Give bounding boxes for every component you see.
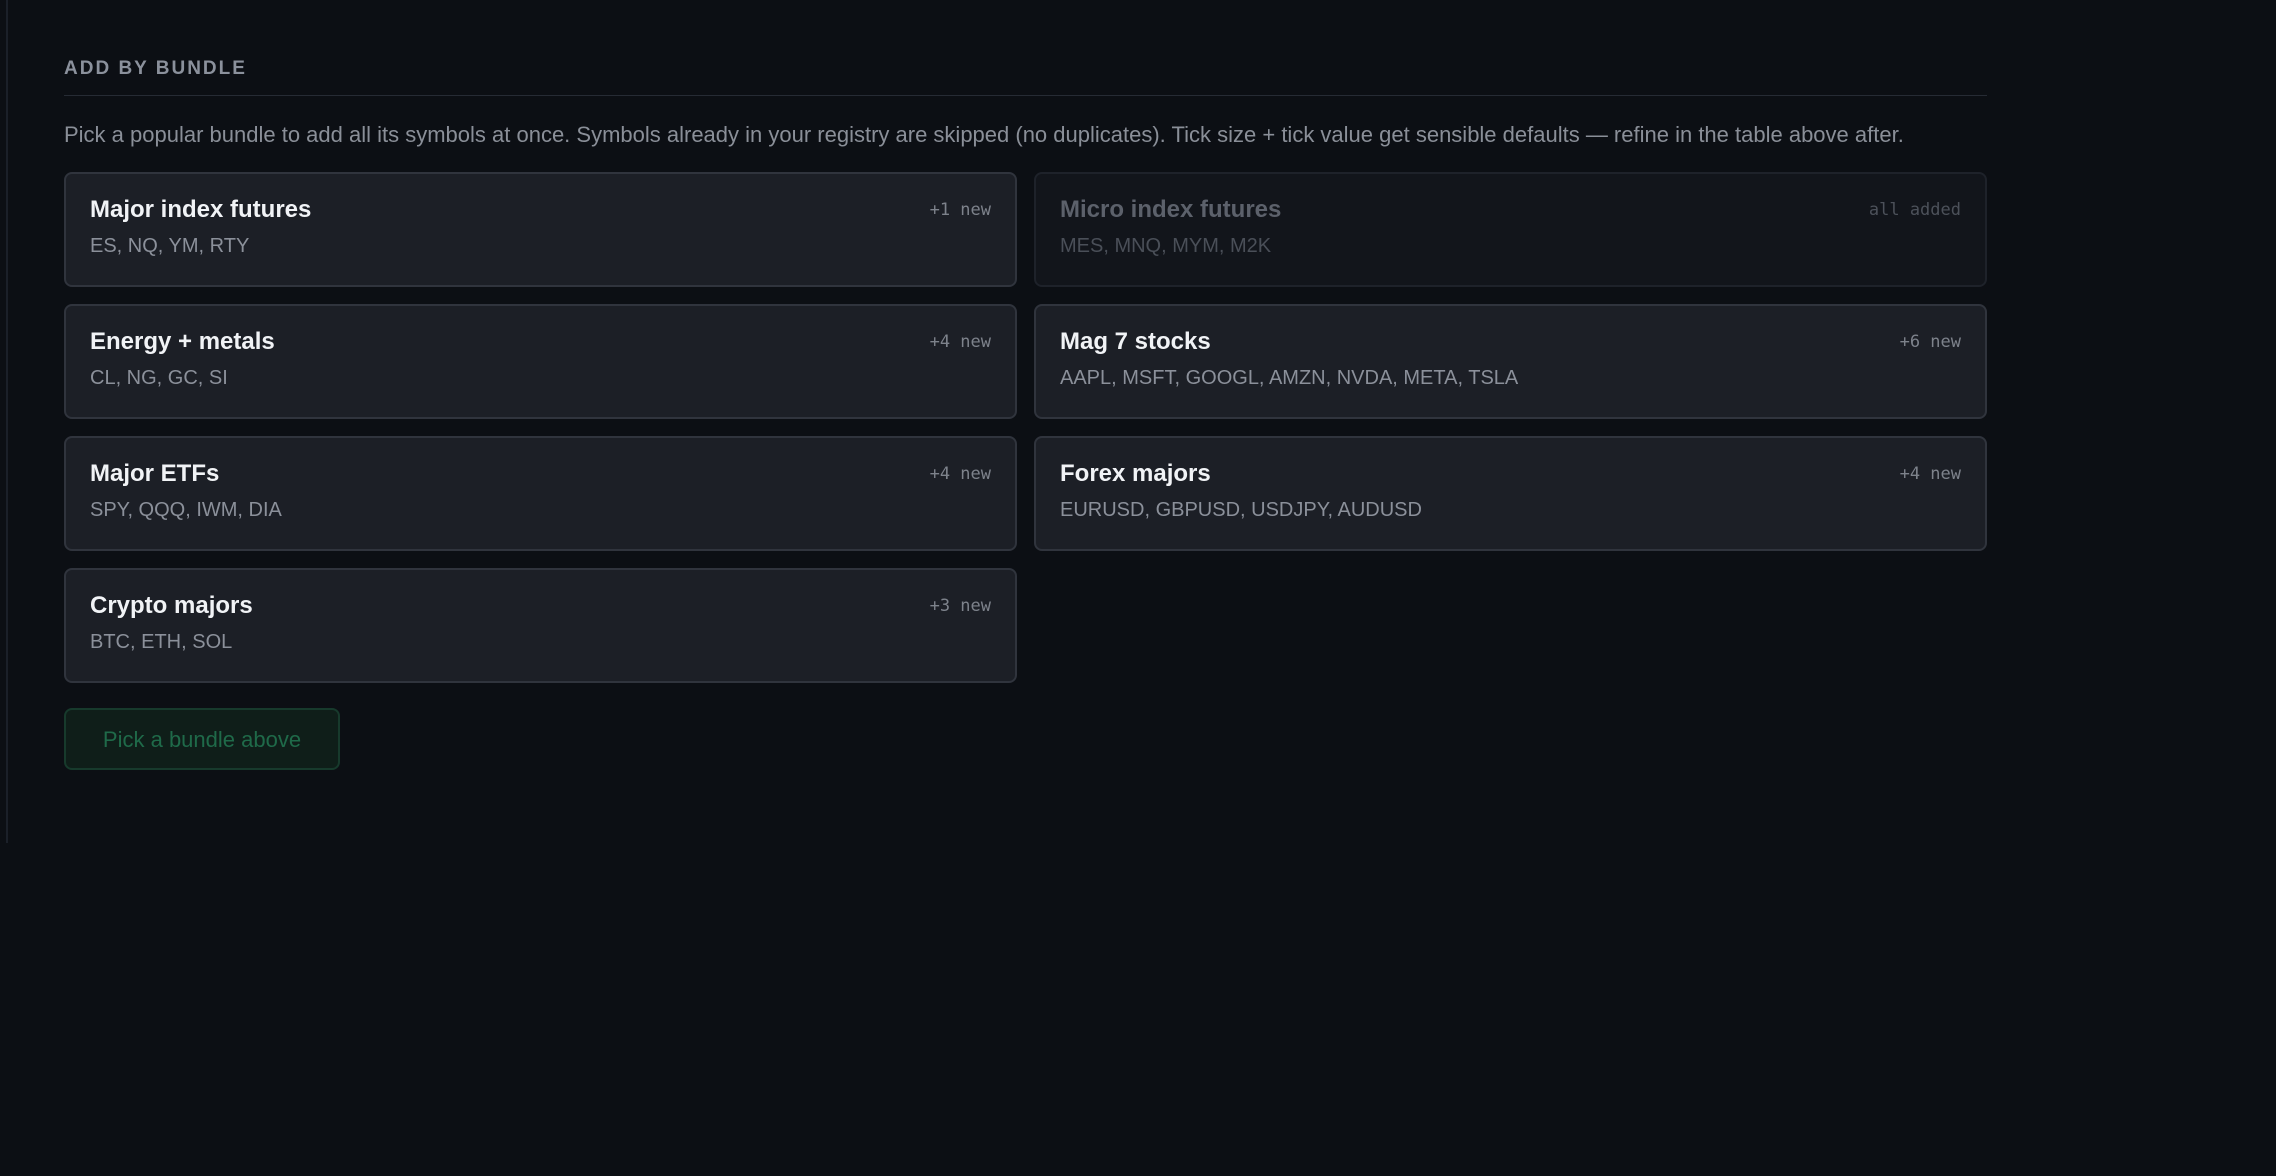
bundle-symbols: AAPL, MSFT, GOOGL, AMZN, NVDA, META, TSL… [1060, 367, 1519, 389]
bundle-title: Micro index futures [1060, 196, 1282, 223]
bundle-new-count-badge: +4 new [929, 332, 991, 352]
section-heading: ADD BY BUNDLE [64, 58, 1987, 96]
bundle-new-count-badge: +3 new [929, 596, 991, 616]
bundle-symbols: SPY, QQQ, IWM, DIA [90, 499, 282, 521]
bundle-new-count-badge: +6 new [1899, 332, 1961, 352]
section-description: Pick a popular bundle to add all its sym… [64, 122, 1904, 147]
bundle-card-energy-metals[interactable]: Energy + metals CL, NG, GC, SI +4 new [64, 304, 1017, 419]
bundle-title: Major ETFs [90, 460, 220, 487]
bundle-title: Forex majors [1060, 460, 1211, 487]
bundle-grid: Major index futures ES, NQ, YM, RTY +1 n… [64, 172, 1987, 683]
bundle-new-count-badge: +4 new [929, 464, 991, 484]
bundle-symbols: MES, MNQ, MYM, M2K [1060, 235, 1272, 257]
left-divider [6, 0, 8, 843]
bundle-symbols: ES, NQ, YM, RTY [90, 235, 250, 257]
bundle-title: Mag 7 stocks [1060, 328, 1211, 355]
bundle-symbols: EURUSD, GBPUSD, USDJPY, AUDUSD [1060, 499, 1422, 521]
bundle-title: Major index futures [90, 196, 312, 223]
bundle-new-count-badge: +4 new [1899, 464, 1961, 484]
bundle-card-mag-7-stocks[interactable]: Mag 7 stocks AAPL, MSFT, GOOGL, AMZN, NV… [1034, 304, 1987, 419]
bundle-symbols: BTC, ETH, SOL [90, 631, 233, 653]
bundle-title: Crypto majors [90, 592, 253, 619]
bundle-new-count-badge: +1 new [929, 200, 991, 220]
bundle-card-forex-majors[interactable]: Forex majors EURUSD, GBPUSD, USDJPY, AUD… [1034, 436, 1987, 551]
bundle-symbols: CL, NG, GC, SI [90, 367, 228, 389]
bundle-title: Energy + metals [90, 328, 275, 355]
bundle-card-micro-index-futures: Micro index futures MES, MNQ, MYM, M2K a… [1034, 172, 1987, 287]
bundle-all-added-badge: all added [1868, 200, 1961, 220]
add-bundle-button[interactable]: Pick a bundle above [64, 708, 340, 770]
add-by-bundle-section: ADD BY BUNDLE Pick a popular bundle to a… [64, 58, 1987, 770]
bundle-card-major-etfs[interactable]: Major ETFs SPY, QQQ, IWM, DIA +4 new [64, 436, 1017, 551]
bundle-card-crypto-majors[interactable]: Crypto majors BTC, ETH, SOL +3 new [64, 568, 1017, 683]
bundle-card-major-index-futures[interactable]: Major index futures ES, NQ, YM, RTY +1 n… [64, 172, 1017, 287]
